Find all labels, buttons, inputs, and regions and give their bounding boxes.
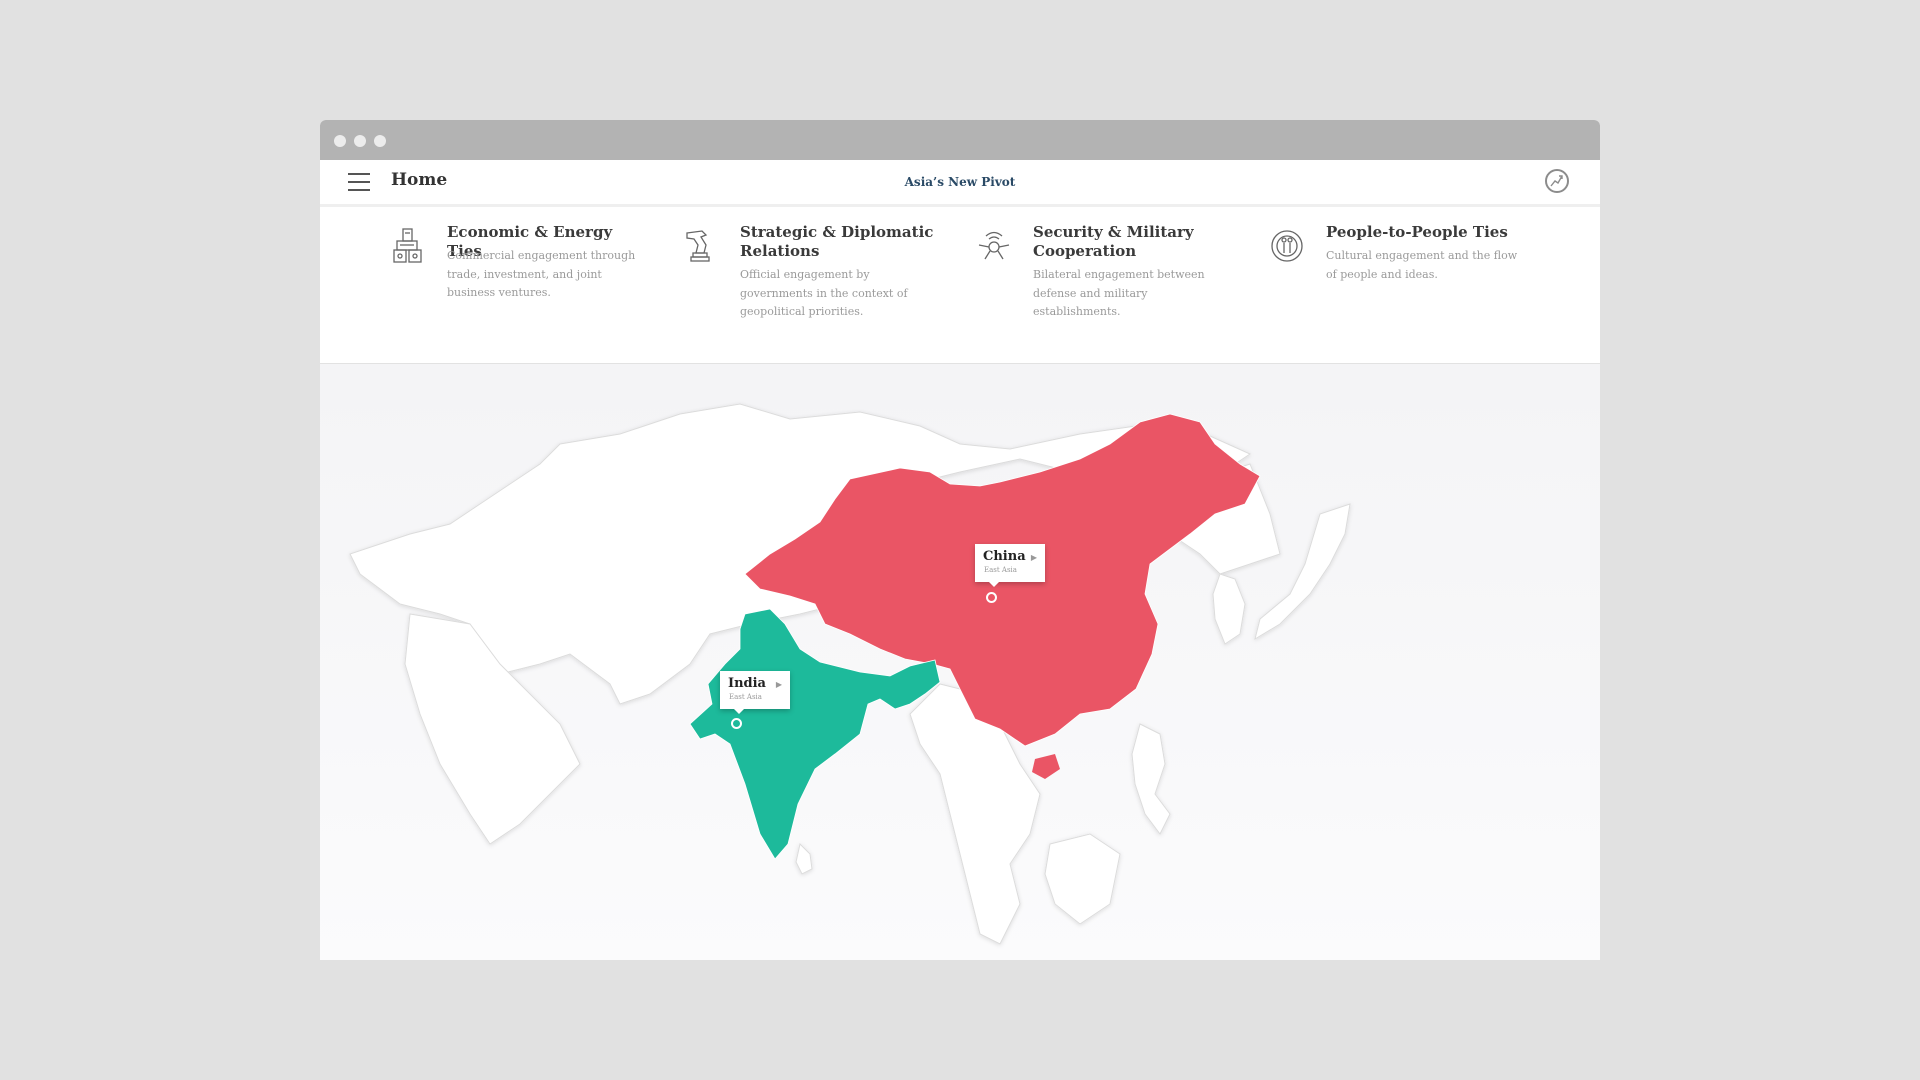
category-title: People-to-People Ties <box>1326 223 1508 241</box>
korea-landmass <box>1212 573 1246 645</box>
map-pin-china[interactable] <box>986 592 997 603</box>
window-minimize-dot[interactable] <box>354 135 366 147</box>
category-title: Strategic & Diplomatic Relations <box>740 223 934 260</box>
people-circle-icon <box>1271 230 1303 262</box>
tooltip-region: East Asia <box>729 693 762 701</box>
category-description: Bilateral engagement between defense and… <box>1033 268 1205 318</box>
buildings-icon <box>393 228 422 263</box>
category-strip: Economic & Energy Ties Commercial engage… <box>320 207 1600 364</box>
tooltip-country-name: India <box>728 676 766 691</box>
philippines-landmass <box>1131 723 1171 835</box>
top-navbar: Home Asia’s New Pivot <box>320 160 1600 207</box>
site-logo-icon[interactable] <box>1545 169 1569 193</box>
browser-window: Home Asia’s New Pivot Economic & Energy … <box>320 120 1600 960</box>
borneo-landmass <box>1044 833 1121 925</box>
window-titlebar <box>320 120 1600 160</box>
window-close-dot[interactable] <box>334 135 346 147</box>
map-area: China East Asia ▶ India East Asia ▶ <box>320 364 1600 960</box>
sri-lanka-landmass <box>795 843 813 875</box>
chess-knight-icon <box>686 230 710 262</box>
triangle-right-icon: ▶ <box>1030 553 1037 562</box>
map-tooltip-india[interactable]: India East Asia ▶ <box>720 671 790 714</box>
category-description: Cultural engagement and the flow of peop… <box>1326 249 1518 281</box>
window-maximize-dot[interactable] <box>374 135 386 147</box>
hainan-island-shape[interactable] <box>1032 754 1060 779</box>
tooltip-region: East Asia <box>984 566 1017 574</box>
map-tooltip-china[interactable]: China East Asia ▶ <box>975 544 1045 587</box>
asia-map <box>349 403 1351 945</box>
map-pin-india[interactable] <box>731 718 742 729</box>
satellite-drone-icon <box>978 231 1010 260</box>
tooltip-country-name: China <box>983 549 1026 564</box>
triangle-right-icon: ▶ <box>775 680 782 689</box>
site-title[interactable]: Asia’s New Pivot <box>320 175 1600 189</box>
category-title: Security & Military Cooperation <box>1033 223 1194 260</box>
category-description: Commercial engagement through trade, inv… <box>447 249 636 299</box>
category-description: Official engagement by governments in th… <box>740 268 908 318</box>
